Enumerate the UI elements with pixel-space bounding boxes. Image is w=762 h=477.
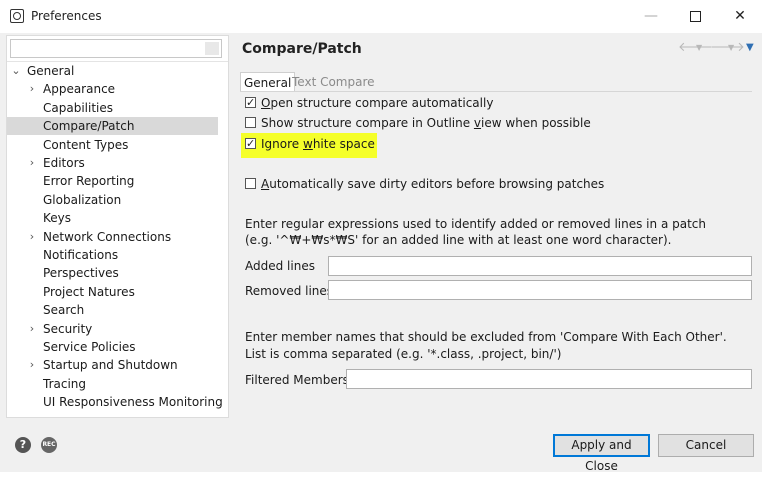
- tree-item-label: Editors: [43, 156, 85, 170]
- tree-item[interactable]: Content Types: [7, 136, 218, 154]
- tree-item[interactable]: › Network Connections: [7, 228, 218, 246]
- patch-description: Enter regular expressions used to identi…: [245, 217, 706, 231]
- tree-item-label: Content Types: [43, 137, 129, 152]
- tree-item[interactable]: Globalization: [7, 191, 218, 209]
- chevron-down-icon[interactable]: ⌄: [11, 62, 21, 80]
- back-menu-icon[interactable]: ▼: [696, 43, 702, 52]
- dialog-footer: ? REC Apply and Close Cancel: [0, 418, 762, 473]
- close-button[interactable]: ✕: [718, 0, 762, 33]
- tab-divider: [240, 91, 752, 92]
- tree-item[interactable]: Project Natures: [7, 283, 218, 301]
- tree-item-label: Globalization: [43, 192, 122, 207]
- eclipse-app-icon: [10, 9, 24, 23]
- tree-item-label: Keys: [43, 211, 72, 226]
- patch-example: (e.g. '^₩+₩s*₩S' for an added line with …: [245, 233, 672, 247]
- chevron-right-icon[interactable]: ›: [27, 228, 37, 246]
- tree-item-label: General: [27, 64, 75, 78]
- tree-item[interactable]: Notifications: [7, 246, 218, 264]
- tree-item-label: Appearance: [43, 82, 116, 97]
- tab-text-compare[interactable]: Text Compare: [289, 72, 378, 92]
- tree-item[interactable]: › Security: [7, 320, 218, 338]
- removed-lines-label: Removed lines: [245, 284, 334, 298]
- tree-item-label: Error Reporting: [43, 174, 135, 189]
- cancel-button[interactable]: Cancel: [658, 434, 754, 457]
- member-description: Enter member names that should be exclud…: [245, 330, 727, 344]
- chevron-right-icon[interactable]: ›: [27, 320, 37, 338]
- tree-item[interactable]: Tracing: [7, 375, 218, 393]
- tree-item[interactable]: ⌄ General: [7, 62, 218, 80]
- tree-item[interactable]: Perspectives: [7, 264, 218, 282]
- tree-item[interactable]: › Appearance: [7, 80, 218, 98]
- checkbox-box[interactable]: [245, 178, 256, 189]
- chevron-right-icon[interactable]: ›: [27, 356, 37, 374]
- tree-item-label: Project Natures: [43, 284, 135, 299]
- tree-item-label: Security: [43, 321, 93, 336]
- tree-item[interactable]: › Startup and Shutdown: [7, 356, 218, 374]
- tree-item-label: UI Responsiveness Monitoring: [43, 395, 223, 410]
- forward-menu-icon[interactable]: ▼: [728, 43, 734, 52]
- checkbox-label: Show structure compare in Outline view w…: [261, 116, 591, 130]
- tab-general[interactable]: General: [240, 72, 296, 92]
- tree-item-label: Search: [43, 303, 85, 318]
- maximize-icon: [689, 10, 701, 22]
- tree-item-label: Capabilities: [43, 100, 113, 115]
- tree-item[interactable]: › Editors: [7, 154, 218, 172]
- removed-lines-input[interactable]: [328, 280, 752, 300]
- checkbox-box[interactable]: [245, 94, 256, 112]
- tree-item-label: Notifications: [43, 248, 119, 262]
- chevron-right-icon[interactable]: ›: [27, 154, 37, 172]
- preferences-window: Preferences — ✕ ⌄ General › Appearance Capab…: [0, 0, 762, 473]
- tree-item-label: Compare/Patch: [43, 119, 135, 134]
- view-menu-icon[interactable]: ▼: [746, 42, 754, 53]
- record-macro-icon[interactable]: REC: [41, 437, 57, 453]
- filter-input[interactable]: [10, 39, 222, 58]
- preferences-sidebar: ⌄ General › Appearance Capabilities Compare/P…: [6, 35, 229, 418]
- page-title: Compare/Patch: [242, 41, 362, 57]
- chevron-right-icon[interactable]: ›: [27, 80, 37, 98]
- tree-item[interactable]: Capabilities: [7, 99, 218, 117]
- added-lines-input[interactable]: [328, 256, 752, 276]
- tree-item[interactable]: Search: [7, 301, 218, 319]
- filtered-members-input[interactable]: [346, 369, 752, 389]
- tree-item[interactable]: UI Responsiveness Monitoring: [7, 393, 223, 411]
- checkbox-label: Ignore white space: [261, 137, 375, 151]
- checkbox-label: Open structure compare automatically: [261, 96, 494, 110]
- minimize-button[interactable]: —: [629, 0, 673, 33]
- filtered-members-label: Filtered Members:: [245, 373, 353, 387]
- tree-item[interactable]: Error Reporting: [7, 172, 218, 190]
- tree-item-label: Service Policies: [43, 340, 136, 354]
- tree-item-label: Perspectives: [43, 266, 119, 281]
- checkbox-label: Automatically save dirty editors before …: [261, 177, 605, 191]
- member-example: List is comma separated (e.g. '*.class, …: [245, 347, 562, 361]
- tree-item[interactable]: Compare/Patch: [7, 117, 218, 136]
- preference-page: Compare/Patch 🡐 ▼ 🡒 ▼ ▼ General Text Com…: [230, 35, 762, 418]
- tree-item-label: Tracing: [43, 376, 87, 391]
- checkbox-box[interactable]: [245, 117, 256, 128]
- checkbox-box[interactable]: [245, 135, 256, 153]
- window-title: Preferences: [31, 9, 102, 23]
- maximize-button[interactable]: [673, 0, 717, 33]
- tree-item[interactable]: Service Policies: [7, 338, 218, 356]
- added-lines-label: Added lines: [245, 259, 315, 273]
- help-icon[interactable]: ?: [15, 437, 31, 453]
- tab-bar: General Text Compare: [240, 72, 752, 92]
- tree-item-label: Network Connections: [43, 229, 172, 244]
- apply-and-close-button[interactable]: Apply and Close: [553, 434, 650, 473]
- tree-item-label: Startup and Shutdown: [43, 358, 178, 373]
- title-bar: Preferences — ✕: [0, 0, 762, 33]
- tree-item[interactable]: Keys: [7, 209, 218, 227]
- clear-filter-icon[interactable]: [205, 42, 219, 55]
